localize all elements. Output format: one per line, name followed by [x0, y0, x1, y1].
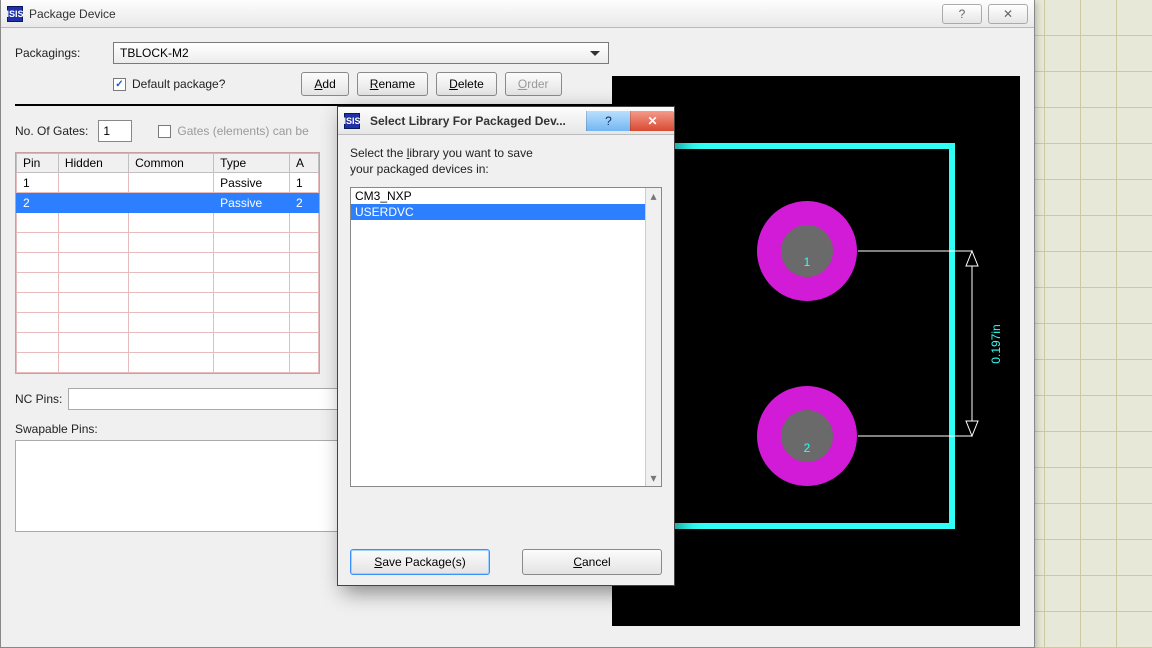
- col-hidden[interactable]: Hidden: [58, 154, 128, 173]
- pins-table[interactable]: PinHiddenCommonTypeA 1Passive12Passive2: [15, 152, 320, 374]
- col-a[interactable]: A: [290, 154, 319, 173]
- help-button[interactable]: ?: [942, 4, 982, 24]
- pad-1-label: 1: [804, 255, 811, 269]
- table-row-empty[interactable]: [17, 293, 319, 313]
- main-titlebar: ISIS Package Device ? ✕: [1, 0, 1034, 28]
- cancel-button[interactable]: Cancel: [522, 549, 662, 575]
- scroll-down-icon[interactable]: ▾: [646, 470, 661, 486]
- close-button[interactable]: ✕: [988, 4, 1028, 24]
- main-title-text: Package Device: [29, 7, 116, 21]
- listbox-scrollbar[interactable]: ▴ ▾: [645, 188, 661, 486]
- table-row-empty[interactable]: [17, 213, 319, 233]
- table-row-empty[interactable]: [17, 333, 319, 353]
- add-button[interactable]: Add: [301, 72, 348, 96]
- table-row-empty[interactable]: [17, 253, 319, 273]
- packagings-label: Packagings:: [15, 46, 103, 60]
- default-package-checkbox[interactable]: ✓: [113, 78, 126, 91]
- pad-2-label: 2: [804, 441, 811, 455]
- modal-message: Select the library you want to saveyour …: [350, 145, 662, 177]
- modal-close-button[interactable]: ✕: [630, 111, 674, 131]
- delete-button[interactable]: Delete: [436, 72, 497, 96]
- rename-button[interactable]: Rename: [357, 72, 428, 96]
- table-row[interactable]: 1Passive1: [17, 173, 319, 193]
- packagings-combo[interactable]: TBLOCK-M2: [113, 42, 609, 64]
- scroll-up-icon[interactable]: ▴: [646, 188, 661, 204]
- library-listbox[interactable]: CM3_NXPUSERDVC ▴ ▾: [350, 187, 662, 487]
- table-row-empty[interactable]: [17, 233, 319, 253]
- save-packages-button[interactable]: Save Package(s): [350, 549, 490, 575]
- default-package-label: Default package?: [132, 77, 225, 91]
- order-button[interactable]: Order: [505, 72, 562, 96]
- packagings-value: TBLOCK-M2: [120, 46, 189, 60]
- gates-label: No. Of Gates:: [15, 124, 88, 138]
- gates-elements-checkbox[interactable]: ✓: [158, 125, 171, 138]
- ncpins-label: NC Pins:: [15, 392, 62, 406]
- swappable-label: Swapable Pins:: [15, 422, 98, 436]
- app-icon: ISIS: [7, 6, 23, 22]
- library-item[interactable]: USERDVC: [351, 204, 661, 220]
- gates-input[interactable]: [98, 120, 132, 142]
- table-row-empty[interactable]: [17, 353, 319, 373]
- modal-titlebar[interactable]: ISIS Select Library For Packaged Dev... …: [338, 107, 674, 135]
- col-common[interactable]: Common: [129, 154, 214, 173]
- table-row[interactable]: 2Passive2: [17, 193, 319, 213]
- table-row-empty[interactable]: [17, 313, 319, 333]
- col-pin[interactable]: Pin: [17, 154, 59, 173]
- library-item[interactable]: CM3_NXP: [351, 188, 661, 204]
- table-row-empty[interactable]: [17, 273, 319, 293]
- modal-title-text: Select Library For Packaged Dev...: [370, 114, 566, 128]
- gates-hint: Gates (elements) can be: [177, 124, 308, 138]
- select-library-dialog: ISIS Select Library For Packaged Dev... …: [337, 106, 675, 586]
- dimension-text: 0.197in: [989, 324, 1003, 363]
- col-type[interactable]: Type: [214, 154, 290, 173]
- modal-app-icon: ISIS: [344, 113, 360, 129]
- modal-help-button[interactable]: ?: [586, 111, 630, 131]
